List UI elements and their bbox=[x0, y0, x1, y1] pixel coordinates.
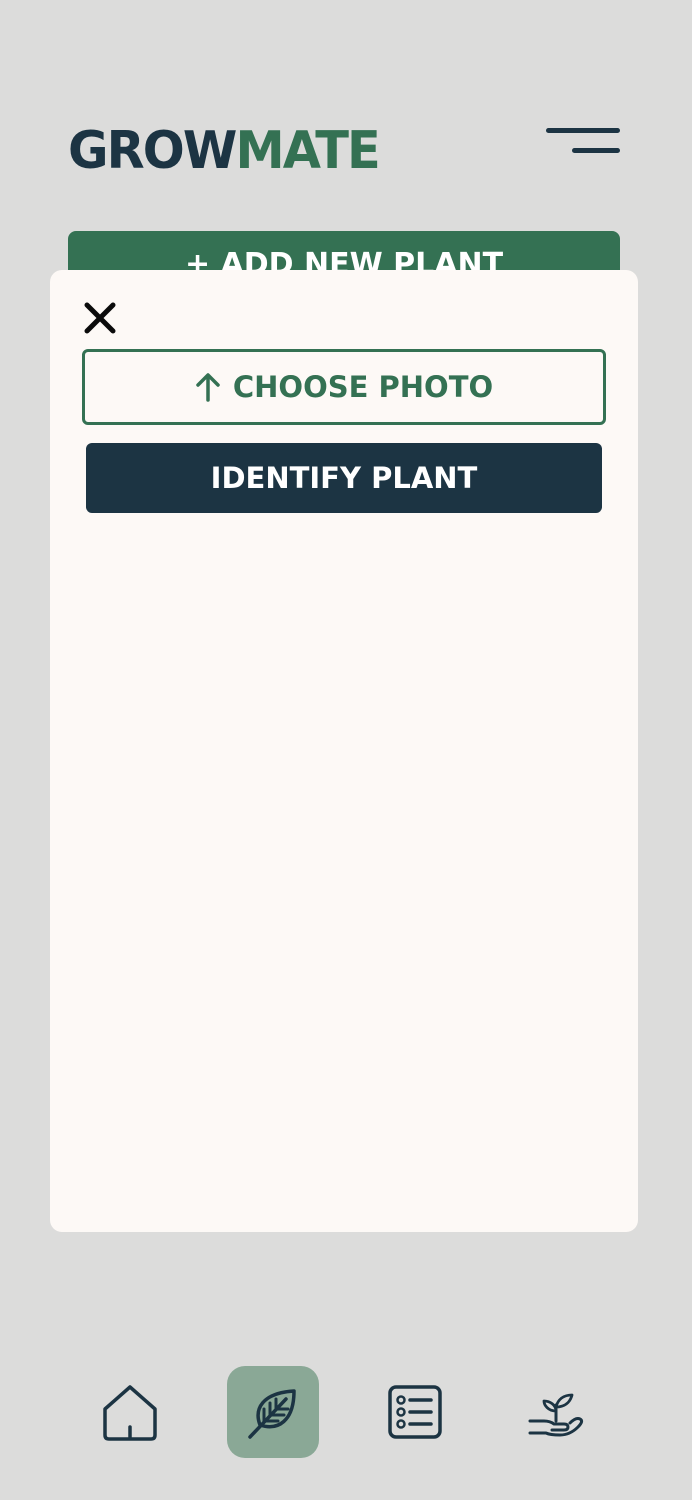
menu-line-bottom bbox=[572, 148, 620, 153]
home-icon bbox=[103, 1385, 157, 1441]
identify-plant-button[interactable]: IDENTIFY PLANT bbox=[86, 443, 602, 513]
header: GROWMATE bbox=[68, 120, 624, 184]
nav-list[interactable] bbox=[369, 1366, 461, 1458]
hamburger-menu-icon[interactable] bbox=[546, 126, 620, 158]
app-logo: GROWMATE bbox=[68, 120, 381, 182]
nav-plant-care[interactable] bbox=[511, 1366, 603, 1458]
app-screen: GROWMATE + ADD NEW PLANT CHOOSE PHOTO ID… bbox=[0, 0, 692, 1500]
arrow-up-icon bbox=[196, 373, 220, 402]
logo-grow: GROW bbox=[68, 121, 237, 181]
list-icon bbox=[388, 1385, 442, 1439]
choose-photo-label: CHOOSE PHOTO bbox=[232, 370, 494, 404]
identify-plant-modal: CHOOSE PHOTO IDENTIFY PLANT bbox=[50, 270, 638, 1232]
choose-photo-button[interactable]: CHOOSE PHOTO bbox=[82, 349, 606, 425]
nav-home[interactable] bbox=[84, 1366, 176, 1458]
menu-line-top bbox=[546, 128, 620, 133]
close-icon[interactable] bbox=[84, 302, 116, 334]
nav-my-plants[interactable] bbox=[227, 1366, 319, 1458]
leaf-icon bbox=[248, 1389, 296, 1439]
bottom-navigation bbox=[0, 1360, 692, 1464]
plant-in-hand-icon bbox=[528, 1393, 584, 1437]
logo-mate: MATE bbox=[235, 121, 380, 181]
